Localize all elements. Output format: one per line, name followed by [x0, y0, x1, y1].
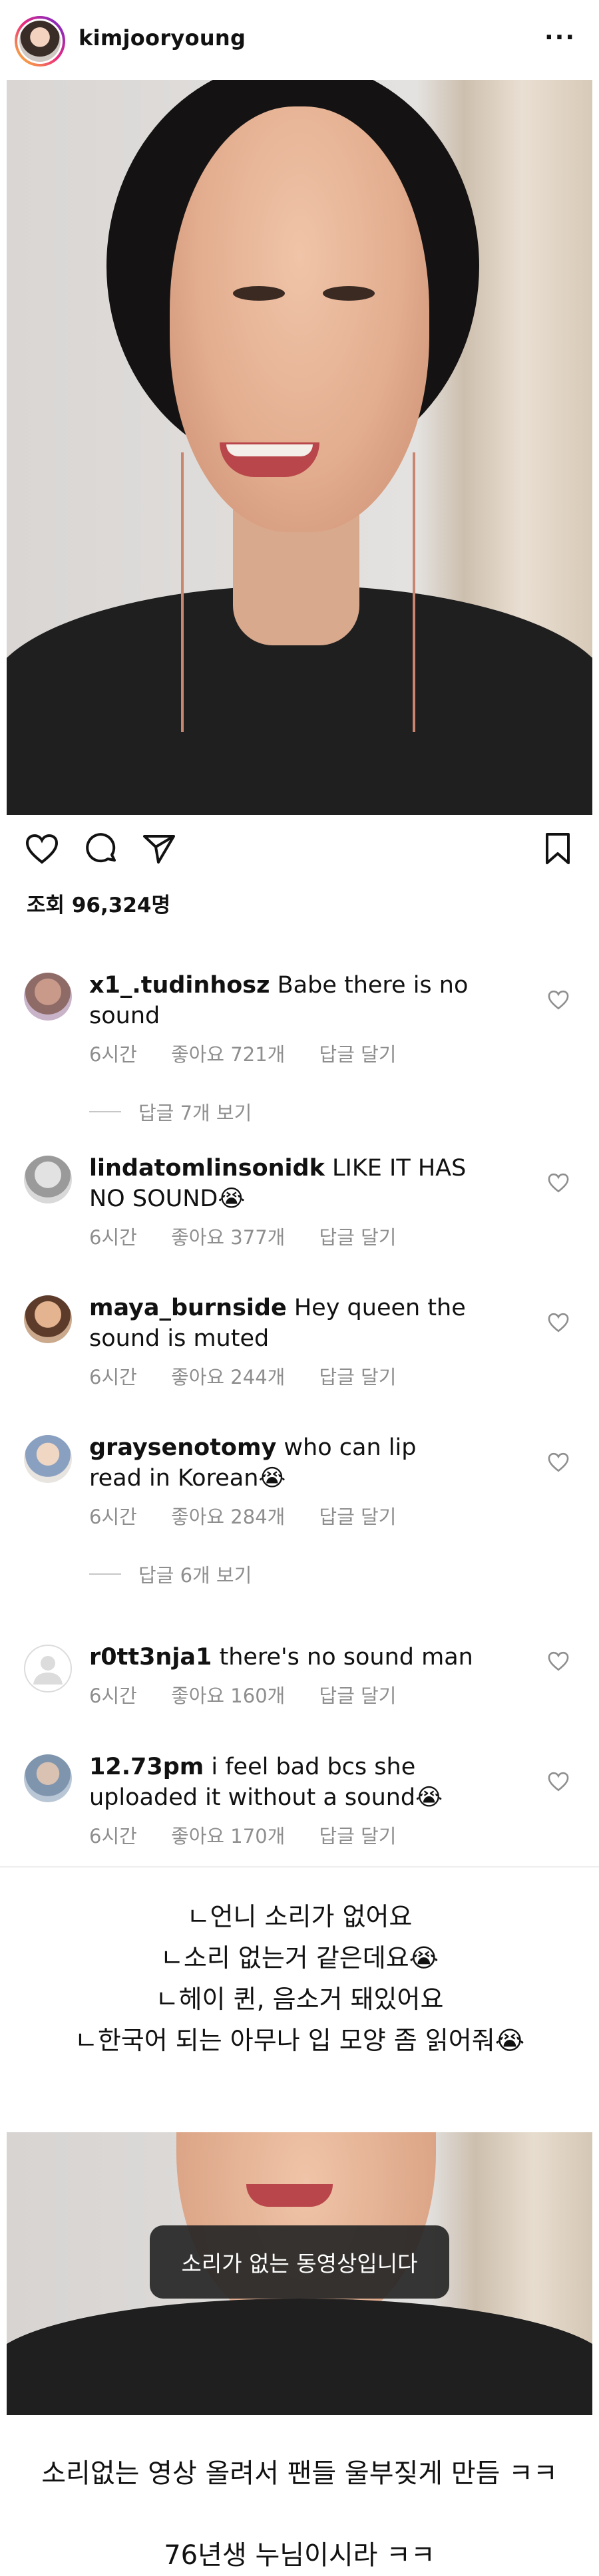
profile-avatar[interactable] [15, 16, 65, 67]
comment-icon[interactable] [85, 832, 118, 866]
comment-likes[interactable]: 좋아요 170개 [171, 1825, 285, 1848]
commenter-avatar[interactable] [24, 1754, 72, 1802]
translation-line: ㄴ한국어 되는 아무나 입 모양 좀 읽어줘😭 [74, 2026, 525, 2055]
view-replies-button[interactable]: 답글 6개 보기 [89, 1560, 252, 1588]
view-count: 조회 96,324명 [27, 893, 170, 917]
reply-button[interactable]: 답글 달기 [319, 1226, 397, 1249]
translation-line: ㄴ언니 소리가 없어요 [186, 1902, 413, 1931]
comment-time: 6시간 [89, 1685, 137, 1707]
comment-username[interactable]: r0tt3nja1 [89, 1644, 212, 1671]
comment-likes[interactable]: 좋아요 721개 [171, 1043, 285, 1066]
comment-likes[interactable]: 좋아요 284개 [171, 1506, 285, 1528]
bookmark-icon[interactable] [544, 832, 571, 866]
comment-heart-icon[interactable] [548, 1313, 569, 1333]
comment-likes[interactable]: 좋아요 244개 [171, 1366, 285, 1388]
comment-heart-icon[interactable] [548, 1452, 569, 1472]
post-comment-line: 76년생 누님이시라 ㅋㅋ [164, 2540, 435, 2571]
translation-block: ㄴ언니 소리가 없어요 ㄴ소리 없는거 같은데요😭 ㄴ헤이 퀸, 음소거 돼있어… [0, 1896, 599, 2061]
no-sound-toast: 소리가 없는 동영상입니다 [150, 2225, 449, 2299]
comment-time: 6시간 [89, 1226, 137, 1249]
reply-button[interactable]: 답글 달기 [319, 1825, 397, 1848]
comment-likes[interactable]: 좋아요 377개 [171, 1226, 285, 1249]
default-avatar-icon [33, 1656, 63, 1685]
comment-time: 6시간 [89, 1043, 137, 1066]
comment-time: 6시간 [89, 1825, 137, 1848]
commenter-avatar[interactable] [24, 973, 72, 1021]
more-dots-icon[interactable]: ··· [544, 24, 576, 51]
reply-button[interactable]: 답글 달기 [319, 1685, 397, 1707]
heart-icon[interactable] [25, 834, 59, 864]
share-icon[interactable] [142, 834, 176, 864]
comment-username[interactable]: graysenotomy [89, 1434, 276, 1461]
commenter-avatar[interactable] [24, 1435, 72, 1483]
post-header: kimjooryoung ··· [0, 0, 599, 79]
post-username[interactable]: kimjooryoung [79, 25, 246, 51]
comment-likes[interactable]: 좋아요 160개 [171, 1685, 285, 1707]
comment-username[interactable]: lindatomlinsonidk [89, 1155, 325, 1182]
action-bar [0, 815, 599, 875]
commenter-avatar[interactable] [24, 1295, 72, 1343]
comment-username[interactable]: x1_.tudinhosz [89, 972, 270, 999]
post-photo[interactable] [7, 80, 592, 815]
comment-username[interactable]: maya_burnside [89, 1295, 287, 1321]
commenter-avatar[interactable] [24, 1645, 72, 1692]
comment-time: 6시간 [89, 1506, 137, 1528]
view-replies-button[interactable]: 답글 7개 보기 [89, 1098, 252, 1126]
reply-button[interactable]: 답글 달기 [319, 1506, 397, 1528]
comment-heart-icon[interactable] [548, 1651, 569, 1671]
comment-text: there's no sound man [219, 1644, 473, 1671]
comment-username[interactable]: 12.73pm [89, 1754, 204, 1780]
section-divider [0, 1866, 599, 1867]
comment-heart-icon[interactable] [548, 1772, 569, 1792]
commenter-avatar[interactable] [24, 1156, 72, 1204]
translation-line: ㄴ헤이 퀸, 음소거 돼있어요 [155, 1985, 444, 2014]
translation-line: ㄴ소리 없는거 같은데요😭 [160, 1943, 439, 1973]
caption-preview-fade [27, 928, 346, 943]
comment-heart-icon[interactable] [548, 990, 569, 1010]
reply-button[interactable]: 답글 달기 [319, 1366, 397, 1388]
comment-time: 6시간 [89, 1366, 137, 1388]
post-comment-line: 소리없는 영상 올려서 팬들 울부짖게 만듬 ㅋㅋ [41, 2458, 558, 2489]
video-still[interactable]: 소리가 없는 동영상입니다 [7, 2132, 592, 2415]
reply-button[interactable]: 답글 달기 [319, 1043, 397, 1066]
comment-heart-icon[interactable] [548, 1173, 569, 1193]
